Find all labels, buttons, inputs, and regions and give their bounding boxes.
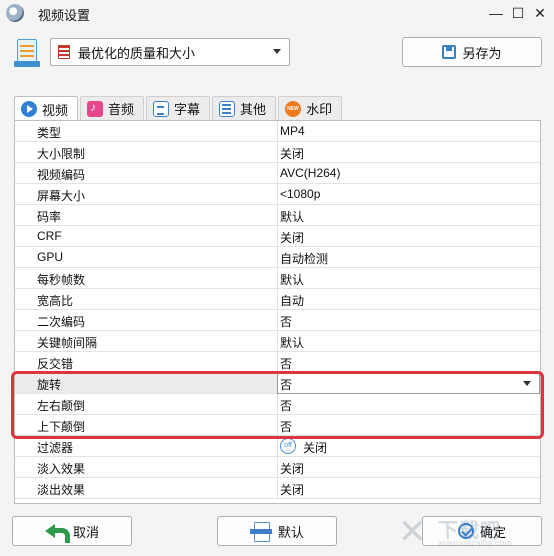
setting-key: 码率 xyxy=(37,210,62,224)
setting-key: CRF xyxy=(37,229,62,243)
setting-row-flip-vertical[interactable]: 上下颠倒 否 xyxy=(15,415,540,436)
setting-value: 关闭 xyxy=(303,441,328,455)
ok-label: 确定 xyxy=(479,524,506,540)
setting-value: <1080p xyxy=(280,187,321,201)
close-button[interactable]: ✕ xyxy=(530,3,550,23)
default-label: 默认 xyxy=(277,524,304,540)
setting-row-bitrate[interactable]: 码率 默认 xyxy=(15,205,540,226)
setting-value: 自动 xyxy=(280,294,305,308)
setting-row-fps[interactable]: 每秒帧数 默认 xyxy=(15,268,540,289)
setting-key: 反交错 xyxy=(37,357,74,371)
play-icon xyxy=(21,101,37,117)
setting-value: 否 xyxy=(280,420,293,434)
setting-key: 旋转 xyxy=(37,378,62,392)
subtitle-icon xyxy=(153,100,170,117)
setting-value: 关闭 xyxy=(280,231,305,245)
setting-key: 每秒帧数 xyxy=(37,273,86,287)
setting-value: 否 xyxy=(280,399,293,413)
setting-key: 大小限制 xyxy=(37,147,86,161)
maximize-button[interactable]: ☐ xyxy=(508,3,528,23)
setting-key: 淡入效果 xyxy=(37,462,86,476)
setting-key: 左右颠倒 xyxy=(37,399,86,413)
setting-row-gpu[interactable]: GPU 自动检测 xyxy=(15,247,540,268)
tab-watermark[interactable]: 水印 xyxy=(278,96,343,120)
check-circle-icon xyxy=(457,523,474,539)
setting-key: 屏幕大小 xyxy=(37,189,86,203)
cancel-label: 取消 xyxy=(72,524,99,540)
minimize-button[interactable]: — xyxy=(486,3,506,23)
setting-row-keyframe-interval[interactable]: 关键帧间隔 默认 xyxy=(15,331,540,352)
setting-row-size-limit[interactable]: 大小限制 关闭 xyxy=(15,142,540,163)
setting-row-flip-horizontal[interactable]: 左右颠倒 否 xyxy=(15,394,540,415)
window-title: 视频设置 xyxy=(38,8,91,23)
setting-value: 关闭 xyxy=(280,483,305,497)
preset-icon xyxy=(14,39,40,67)
music-note-icon xyxy=(87,100,104,117)
back-arrow-icon xyxy=(44,522,70,543)
setting-row-crf[interactable]: CRF 关闭 xyxy=(15,226,540,247)
setting-row-type[interactable]: 类型 MP4 xyxy=(15,121,540,142)
tab-label: 音频 xyxy=(108,102,135,117)
setting-row-rotate[interactable]: 旋转 否 xyxy=(15,373,540,394)
settings-table: 类型 MP4 大小限制 关闭 视频编码 AVC(H264) 屏幕大小 <1080p 码率… xyxy=(14,120,541,504)
setting-key: 关键帧间隔 xyxy=(37,336,98,350)
rotate-dropdown[interactable]: 否 xyxy=(277,373,540,394)
title-bar: 视频设置 — ☐ ✕ xyxy=(0,0,554,26)
setting-value: 关闭 xyxy=(280,462,305,476)
toggle-off-icon[interactable]: off xyxy=(280,438,296,454)
tab-subtitle[interactable]: 字幕 xyxy=(146,96,211,120)
setting-value: 否 xyxy=(280,315,293,329)
film-icon xyxy=(58,45,70,59)
new-badge-icon xyxy=(285,100,302,117)
setting-row-fade-out[interactable]: 淡出效果 关闭 xyxy=(15,478,540,499)
tab-label: 其他 xyxy=(240,102,267,117)
app-icon xyxy=(6,4,24,22)
preset-dropdown[interactable]: 最优化的质量和大小 xyxy=(50,38,290,66)
tab-other[interactable]: 其他 xyxy=(212,96,277,120)
setting-key: GPU xyxy=(37,250,64,264)
save-as-button[interactable]: 另存为 xyxy=(402,37,542,67)
setting-value: AVC(H264) xyxy=(280,166,341,180)
setting-value: 否 xyxy=(280,357,293,371)
setting-value: 否 xyxy=(280,378,293,392)
setting-row-aspect-ratio[interactable]: 宽高比 自动 xyxy=(15,289,540,310)
setting-value: MP4 xyxy=(280,124,305,138)
save-as-label: 另存为 xyxy=(462,45,502,61)
setting-key: 宽高比 xyxy=(37,294,74,308)
setting-row-deinterlace[interactable]: 反交错 否 xyxy=(15,352,540,373)
setting-key: 上下颠倒 xyxy=(37,420,86,434)
tab-label: 水印 xyxy=(306,102,333,117)
setting-row-filter[interactable]: 过滤器 off 关闭 xyxy=(15,436,540,457)
chevron-down-icon xyxy=(523,381,531,386)
setting-value: 自动检测 xyxy=(280,252,329,266)
setting-key: 过滤器 xyxy=(37,441,74,455)
setting-row-screen-size[interactable]: 屏幕大小 <1080p xyxy=(15,184,540,205)
setting-value: 关闭 xyxy=(280,147,305,161)
save-disk-icon xyxy=(442,45,457,59)
setting-key: 二次编码 xyxy=(37,315,86,329)
document-icon xyxy=(249,522,272,542)
setting-value: 默认 xyxy=(280,210,305,224)
setting-key: 类型 xyxy=(37,126,62,140)
setting-row-two-pass[interactable]: 二次编码 否 xyxy=(15,310,540,331)
preset-value: 最优化的质量和大小 xyxy=(78,45,196,61)
tab-label: 字幕 xyxy=(174,102,201,117)
tab-label: 视频 xyxy=(42,102,69,118)
setting-key: 淡出效果 xyxy=(37,483,86,497)
settings-sliders-icon xyxy=(219,100,236,117)
tab-audio[interactable]: 音频 xyxy=(80,96,145,120)
setting-value: 默认 xyxy=(280,336,305,350)
chevron-down-icon xyxy=(273,49,281,54)
ok-button[interactable]: 确定 xyxy=(422,516,542,546)
settings-tabs: 视频 音频 字幕 其他 水印 xyxy=(14,96,344,121)
tab-video[interactable]: 视频 xyxy=(14,96,79,121)
setting-value: 默认 xyxy=(280,273,305,287)
setting-key: 视频编码 xyxy=(37,168,86,182)
default-button[interactable]: 默认 xyxy=(217,516,337,546)
setting-row-video-codec[interactable]: 视频编码 AVC(H264) xyxy=(15,163,540,184)
setting-row-fade-in[interactable]: 淡入效果 关闭 xyxy=(15,457,540,478)
cancel-button[interactable]: 取消 xyxy=(12,516,132,546)
